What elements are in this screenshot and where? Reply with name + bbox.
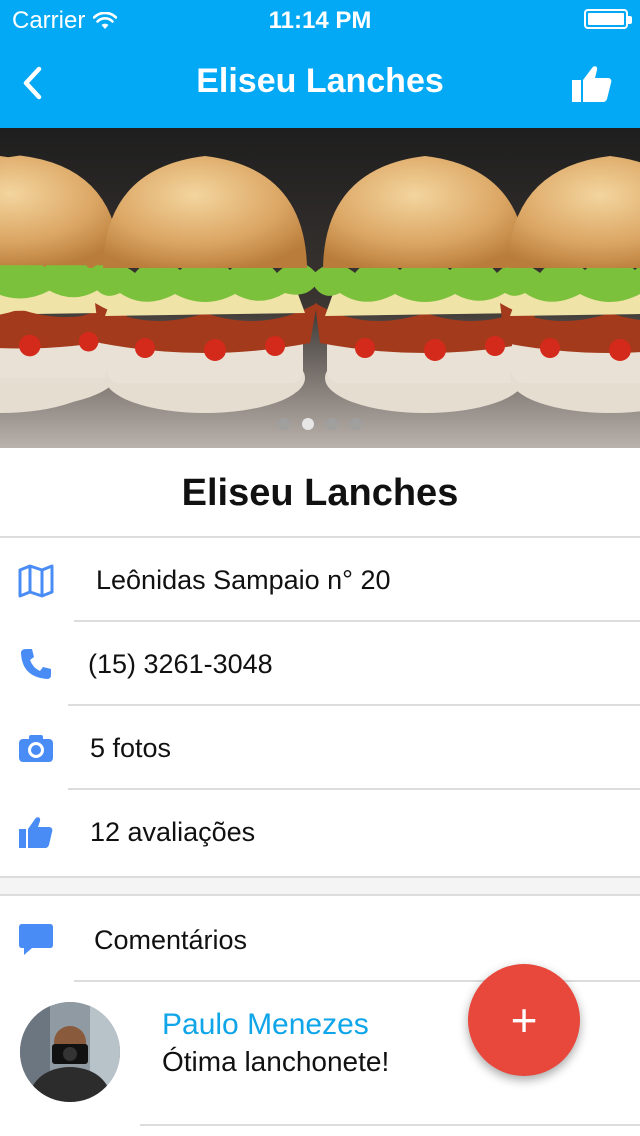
phone-icon [21,649,51,679]
status-bar: Carrier 11:14 PM [0,0,640,40]
ratings-text: 12 avaliações [90,817,256,847]
nav-bar: Eliseu Lanches [0,40,640,128]
carousel-dot-active[interactable] [302,418,314,430]
address-text: Leônidas Sampaio n° 20 [96,565,391,595]
photos-text: 5 fotos [90,733,172,763]
thumbs-up-icon [572,66,612,102]
thumbs-up-icon [19,817,53,848]
hero-carousel[interactable] [0,128,640,448]
app-header: Carrier 11:14 PM Eliseu Lanches [0,0,640,128]
ratings-row[interactable]: 12 avaliações [0,790,640,874]
add-comment-button[interactable]: + [468,964,580,1076]
phone-row[interactable]: (15) 3261-3048 [0,622,640,706]
divider [140,1124,640,1126]
user-photo [20,1002,120,1102]
status-time: 11:14 PM [268,7,372,34]
avatar[interactable] [20,1002,120,1102]
comment-icon [19,924,53,955]
phone-text: (15) 3261-3048 [88,649,273,679]
comment-text: Ótima lanchonete! [162,1046,390,1077]
section-separator [0,876,640,896]
camera-icon [19,735,53,762]
battery-icon [584,9,632,29]
carousel-dot[interactable] [326,418,338,430]
address-row[interactable]: Leônidas Sampaio n° 20 [0,538,640,622]
place-name: Eliseu Lanches [0,448,640,538]
plus-icon: + [510,994,538,1046]
photos-row[interactable]: 5 fotos [0,706,640,790]
carousel-indicator[interactable] [0,418,640,430]
comment-author[interactable]: Paulo Menezes [162,1008,369,1042]
hero-image [0,128,640,448]
comments-header: Comentários [94,925,248,955]
map-icon [18,564,54,598]
carousel-dot[interactable] [278,418,290,430]
like-button[interactable] [568,60,616,108]
carousel-dot[interactable] [350,418,362,430]
nav-title: Eliseu Lanches [196,62,444,100]
